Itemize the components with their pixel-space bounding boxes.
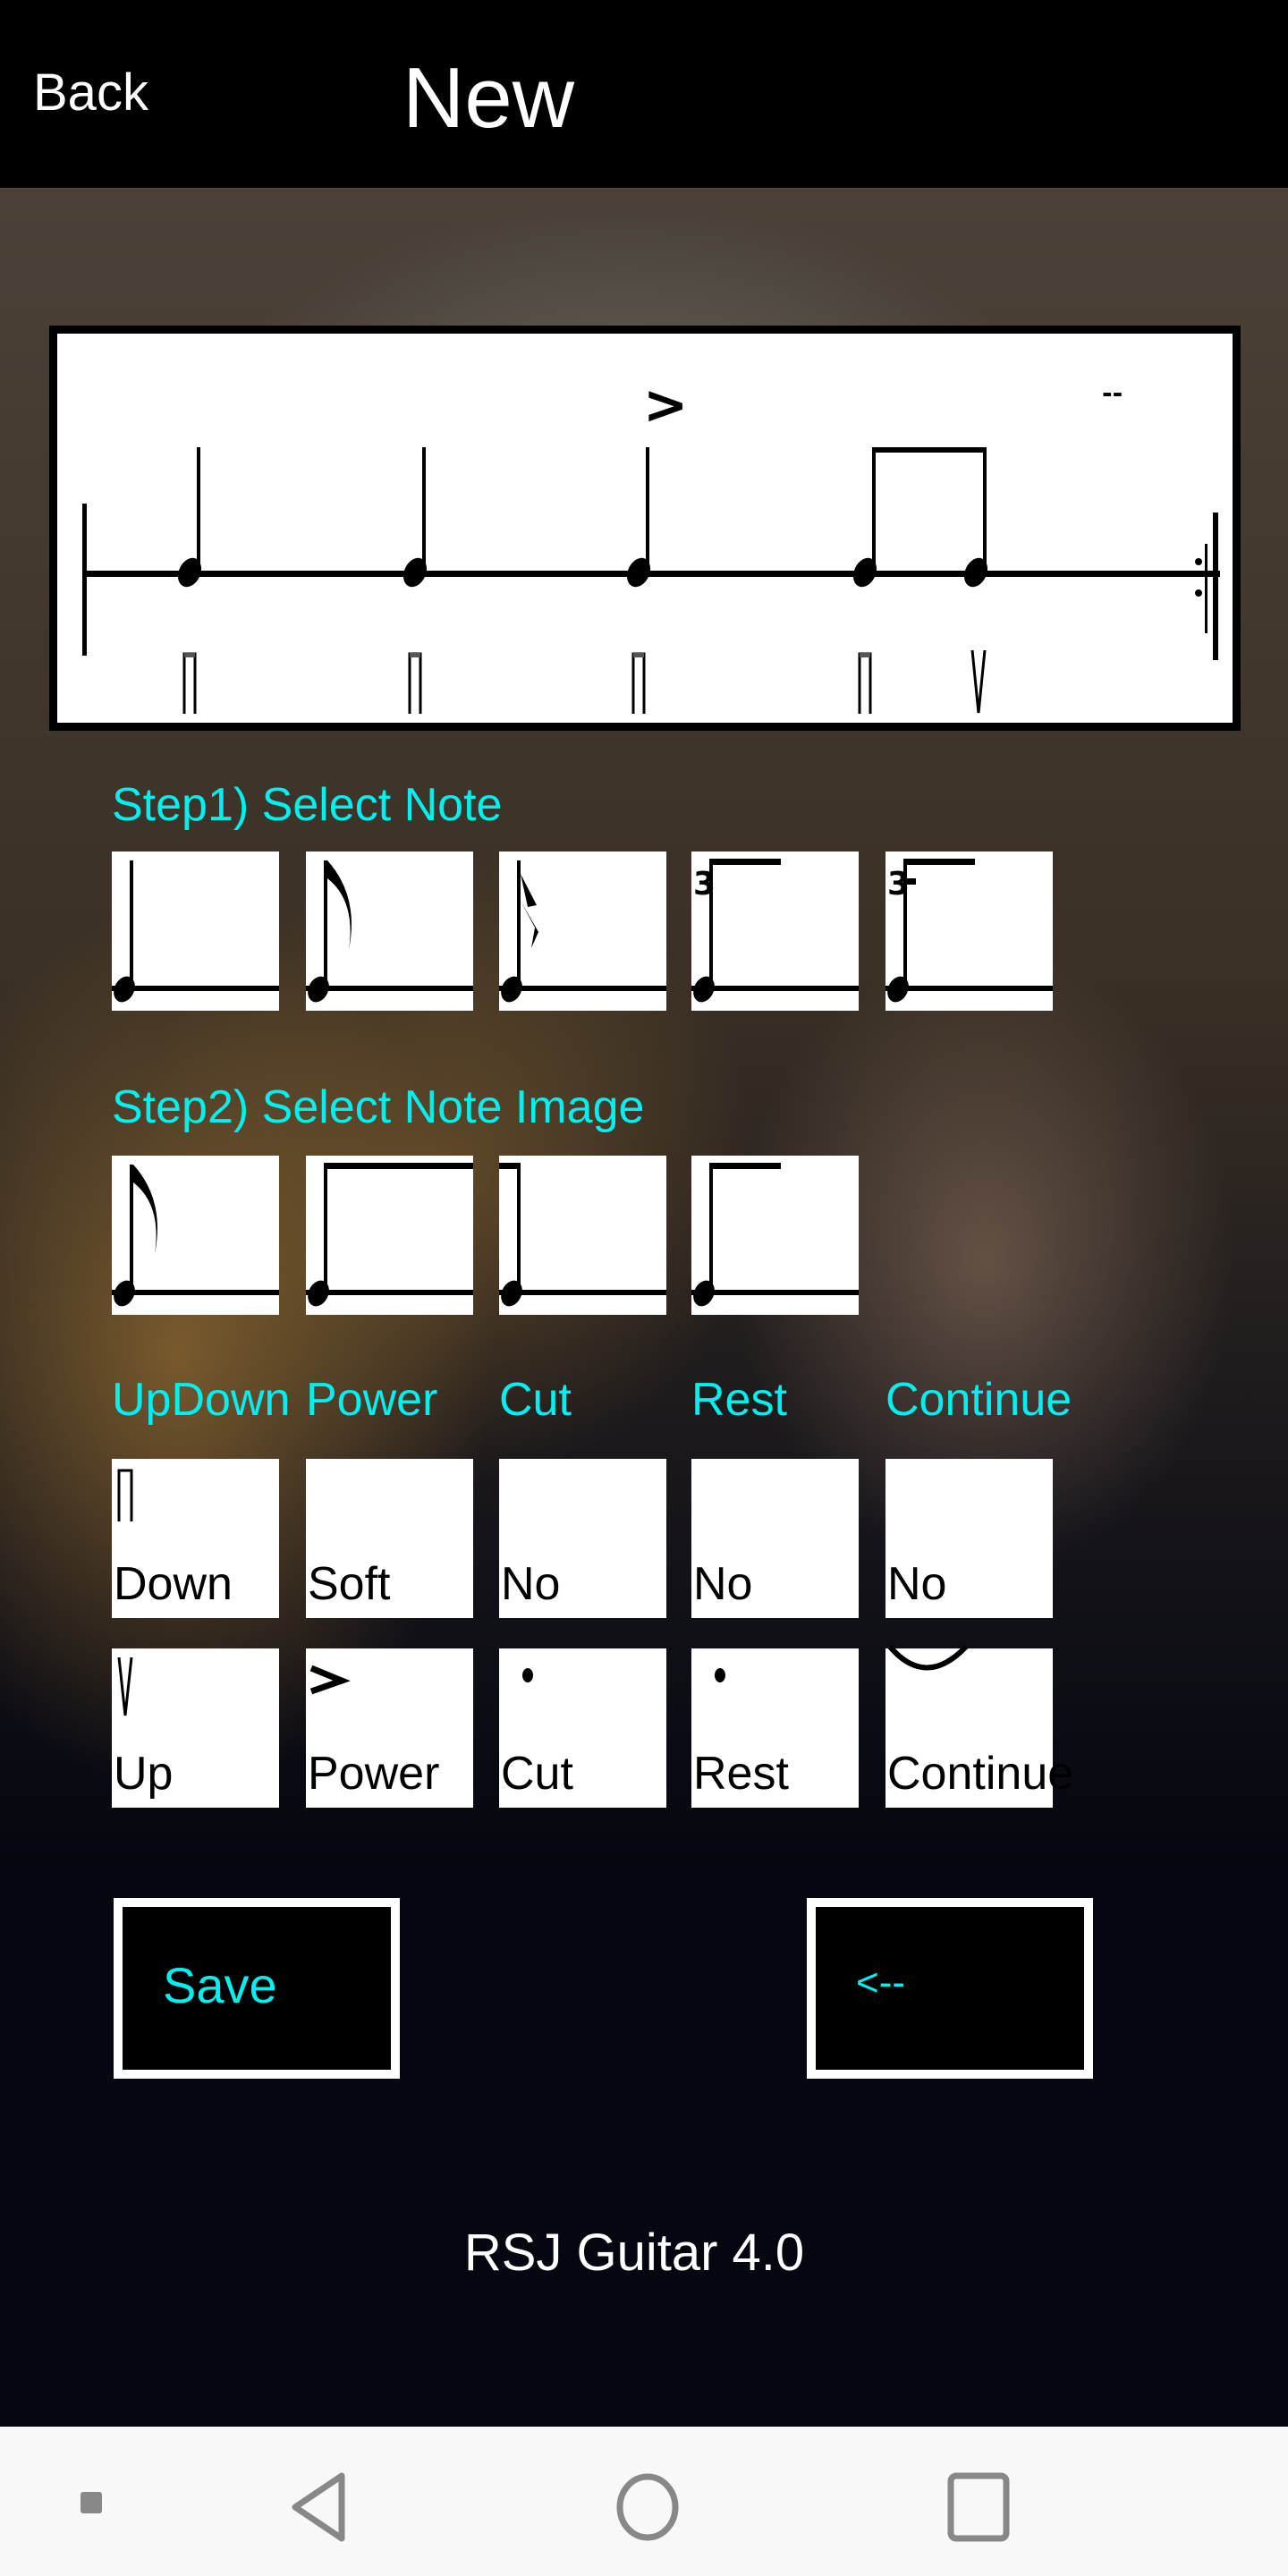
beam-start-icon: [306, 1163, 473, 1307]
note-image-button-beam-start-short[interactable]: [691, 1156, 859, 1315]
option-label: Rest: [693, 1748, 789, 1800]
eighth-note-icon: [306, 860, 473, 1003]
beam-start-short-icon: [691, 1163, 859, 1307]
continue-marker: --: [1102, 378, 1123, 408]
app-header: Back New: [0, 0, 1288, 188]
option-value: No: [887, 1558, 947, 1610]
option-value: No: [501, 1558, 561, 1610]
option-label: Continue: [887, 1748, 1074, 1800]
sixteenth-note-icon: [499, 860, 666, 1003]
note-image-button-beam-end[interactable]: [499, 1156, 666, 1315]
note-button-sixteenth-note[interactable]: [499, 852, 666, 1011]
step1-label: Step1) Select Note: [112, 779, 503, 831]
step2-label: Step2) Select Note Image: [112, 1081, 645, 1133]
option-label: Up: [114, 1748, 174, 1800]
system-nav-bar: [0, 2427, 1288, 2576]
backspace-button[interactable]: <--: [807, 1898, 1093, 2079]
note-image-button-beam-start[interactable]: [306, 1156, 473, 1315]
option-label: Cut: [501, 1748, 573, 1800]
rhythm-score: > --: [49, 326, 1241, 731]
quarter-note-icon: [112, 860, 279, 1003]
option-header-cut: Cut: [499, 1374, 572, 1426]
option-value: No: [693, 1558, 753, 1610]
nav-home-icon[interactable]: [615, 2471, 680, 2543]
option-choice-power[interactable]: Power: [306, 1648, 473, 1808]
option-value: Soft: [308, 1558, 391, 1610]
accent-mark: >: [643, 374, 688, 436]
note-image-button-eighth-flag[interactable]: [112, 1156, 279, 1315]
option-choice-cut[interactable]: Cut: [499, 1648, 666, 1808]
note-button-triplet-eighth[interactable]: 3: [691, 852, 859, 1011]
beam: [872, 447, 987, 453]
triplet-sixteenth-icon: 3: [886, 859, 1053, 1003]
option-choice-up[interactable]: Up: [112, 1648, 279, 1808]
option-current-cut[interactable]: No: [499, 1459, 666, 1618]
option-current-power[interactable]: Soft: [306, 1459, 473, 1618]
note-button-triplet-sixteenth[interactable]: 3: [886, 852, 1053, 1011]
option-current-continue[interactable]: No: [886, 1459, 1053, 1618]
save-button[interactable]: Save: [114, 1898, 400, 2079]
option-header-continue: Continue: [886, 1374, 1072, 1426]
page-title: New: [402, 50, 575, 146]
option-choice-continue[interactable]: Continue: [886, 1644, 1073, 1808]
svg-text:3: 3: [887, 866, 910, 902]
start-barline: [82, 504, 87, 656]
staff-line: [84, 571, 1220, 577]
option-header-rest: Rest: [691, 1374, 787, 1426]
nav-recents-icon[interactable]: [946, 2471, 1011, 2543]
triplet-eighth-icon: 3: [691, 859, 859, 1003]
note-button-quarter-note[interactable]: [112, 852, 279, 1011]
option-current-rest[interactable]: No: [691, 1459, 859, 1618]
option-header-power: Power: [306, 1374, 438, 1426]
option-current-updown[interactable]: Down: [112, 1459, 279, 1618]
eighth-flag-icon: [112, 1165, 279, 1307]
svg-text:3: 3: [693, 866, 716, 902]
app-version: RSJ Guitar 4.0: [463, 2224, 805, 2282]
beam-end-icon: [499, 1163, 666, 1307]
option-value: Down: [114, 1558, 233, 1610]
back-button[interactable]: Back: [33, 63, 148, 123]
nav-back-icon[interactable]: [288, 2471, 351, 2543]
option-header-updown: UpDown: [112, 1374, 291, 1426]
note-button-eighth-note[interactable]: [306, 852, 473, 1011]
option-label: Power: [308, 1748, 440, 1800]
option-choice-rest[interactable]: Rest: [691, 1648, 859, 1808]
menu-dot-icon[interactable]: [80, 2492, 102, 2513]
